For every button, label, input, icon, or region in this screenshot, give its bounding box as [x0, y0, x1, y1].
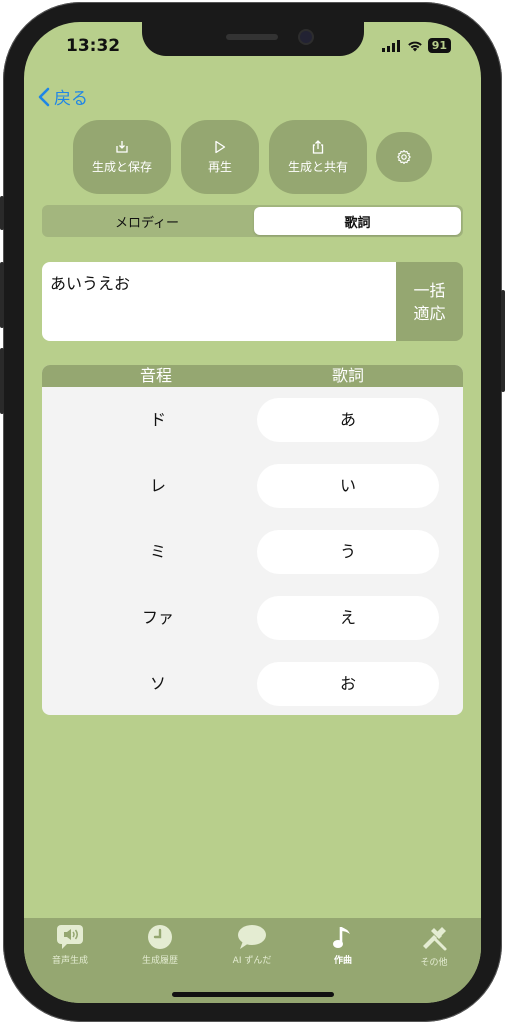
clock-icon	[148, 925, 172, 949]
share-icon	[312, 139, 324, 154]
tab-voice-generation-label: 音声生成	[51, 956, 88, 966]
music-note-icon	[333, 927, 350, 948]
lyric-cell-input[interactable]: え	[257, 596, 439, 640]
screen: 13:32 91 戻る 生成と保存 再生 生成と共有 メロディー 歌詞 あいうえ…	[24, 22, 481, 1003]
earpiece	[226, 34, 278, 40]
lyric-cell-input[interactable]: あ	[257, 398, 439, 442]
table-row: ミ う	[42, 530, 463, 574]
status-time: 13:32	[66, 36, 121, 56]
tab-ai-zunda[interactable]: AI ずんだ	[217, 924, 287, 966]
table-row: ファ え	[42, 596, 463, 640]
lyrics-input[interactable]: あいうえお	[42, 262, 396, 341]
mode-segmented-control: メロディー 歌詞	[42, 205, 463, 237]
pitch-cell: ミ	[149, 542, 166, 561]
pitch-cell: ド	[149, 410, 166, 429]
generate-save-button[interactable]: 生成と保存	[73, 120, 171, 194]
notch	[142, 22, 364, 56]
battery-indicator: 91	[427, 38, 451, 53]
mute-switch	[0, 196, 4, 230]
tab-other-label: その他	[420, 958, 448, 968]
table-row: ソ お	[42, 662, 463, 706]
pitch-cell: ソ	[149, 674, 166, 693]
pitch-cell: レ	[149, 476, 166, 495]
header-pitch: 音程	[140, 366, 173, 385]
lyric-cell-input[interactable]: お	[257, 662, 439, 706]
tab-history-label: 生成履歴	[141, 956, 178, 966]
pitch-cell: ファ	[141, 608, 174, 627]
tab-compose[interactable]: 作曲	[308, 924, 378, 966]
tab-bar: 音声生成 生成履歴 AI ずんだ 作曲 その他	[24, 918, 481, 1003]
generate-save-label: 生成と保存	[91, 159, 152, 174]
download-icon	[116, 140, 128, 153]
status-icons: 91	[381, 38, 451, 53]
settings-button[interactable]	[376, 132, 432, 182]
play-label: 再生	[207, 159, 232, 174]
table-row: レ い	[42, 464, 463, 508]
tools-icon	[423, 927, 447, 951]
tab-history[interactable]: 生成履歴	[125, 924, 195, 966]
tab-ai-zunda-label: AI ずんだ	[232, 956, 272, 966]
pitch-lyric-table: 音程 歌詞 ド あ レ い ミ う ファ え ソ お	[42, 365, 463, 715]
gear-icon	[397, 149, 411, 165]
tab-melody-label: メロディー	[114, 215, 180, 231]
tab-other[interactable]: その他	[399, 924, 469, 968]
table-row: ド あ	[42, 398, 463, 442]
play-icon	[215, 140, 226, 153]
back-button[interactable]: 戻る	[38, 84, 88, 109]
bulk-apply-label-line2: 適応	[413, 303, 446, 323]
wifi-icon	[407, 41, 422, 51]
tab-melody[interactable]: メロディー	[42, 205, 252, 237]
back-label: 戻る	[54, 89, 88, 109]
tab-lyrics[interactable]: 歌詞	[254, 207, 461, 235]
generate-share-button[interactable]: 生成と共有	[269, 120, 367, 194]
generate-share-label: 生成と共有	[287, 159, 348, 174]
lyric-cell-input[interactable]: う	[257, 530, 439, 574]
chevron-left-icon	[38, 87, 50, 106]
bulk-apply-label-line1: 一括	[413, 280, 446, 300]
tab-lyrics-label: 歌詞	[344, 215, 371, 231]
play-button[interactable]: 再生	[181, 120, 259, 194]
header-lyric: 歌詞	[332, 366, 365, 385]
chat-bubble-icon	[238, 925, 266, 949]
lyric-cell-input[interactable]: い	[257, 464, 439, 508]
bulk-apply-button[interactable]: 一括 適応	[396, 262, 463, 341]
table-header: 音程 歌詞	[42, 365, 463, 387]
volume-up-button	[0, 262, 4, 328]
volume-down-button	[0, 348, 4, 414]
speaker-bubble-icon	[57, 925, 83, 949]
front-camera	[300, 31, 312, 43]
signal-icon	[381, 39, 400, 52]
tab-compose-label: 作曲	[333, 956, 352, 966]
home-indicator	[172, 992, 334, 997]
tab-voice-generation[interactable]: 音声生成	[35, 924, 105, 966]
power-button	[501, 290, 505, 392]
